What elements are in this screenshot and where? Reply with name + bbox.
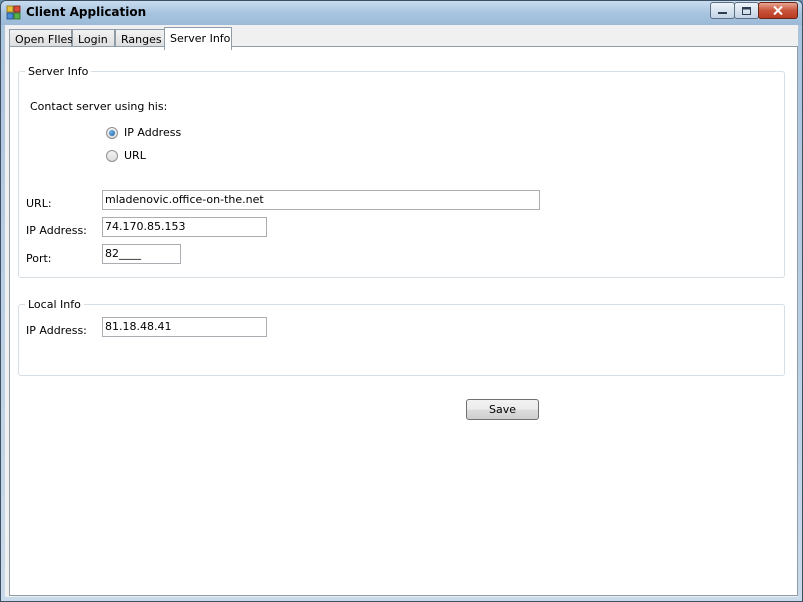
tab-server-info[interactable]: Server Info bbox=[164, 27, 232, 50]
app-window: Client Application Open FIles Login Rang… bbox=[0, 0, 803, 602]
server-info-legend: Server Info bbox=[25, 65, 92, 78]
close-button[interactable] bbox=[758, 2, 798, 19]
url-radio[interactable] bbox=[106, 150, 118, 162]
window-title: Client Application bbox=[26, 5, 147, 19]
server-info-group: Server Info Contact server using his: IP… bbox=[18, 65, 785, 278]
maximize-icon bbox=[742, 6, 751, 15]
url-label: URL: bbox=[26, 197, 52, 210]
maximize-button[interactable] bbox=[734, 2, 759, 19]
local-info-group: Local Info IP Address: 81.18.48.41 bbox=[18, 298, 785, 376]
close-icon bbox=[773, 6, 783, 15]
save-button[interactable]: Save bbox=[466, 399, 539, 420]
tab-label: Ranges bbox=[121, 33, 162, 46]
tab-label: Server Info bbox=[170, 32, 231, 45]
app-icon bbox=[6, 5, 21, 20]
title-bar[interactable]: Client Application bbox=[1, 1, 802, 25]
port-label: Port: bbox=[26, 252, 52, 265]
tab-label: Login bbox=[78, 33, 108, 46]
local-ip-input[interactable]: 81.18.48.41 bbox=[102, 317, 267, 337]
minimize-icon bbox=[718, 11, 727, 14]
contact-server-label: Contact server using his: bbox=[30, 100, 168, 113]
tab-page-server-info: Server Info Contact server using his: IP… bbox=[9, 46, 798, 596]
url-radio-label[interactable]: URL bbox=[124, 149, 146, 162]
ip-address-radio[interactable] bbox=[106, 127, 118, 139]
local-ip-label: IP Address: bbox=[26, 324, 87, 337]
client-area: Open FIles Login Ranges Server Info Serv… bbox=[5, 25, 798, 597]
local-info-legend: Local Info bbox=[25, 298, 84, 311]
url-input[interactable]: mladenovic.office-on-the.net bbox=[102, 190, 540, 210]
tab-label: Open FIles bbox=[15, 33, 74, 46]
server-ip-label: IP Address: bbox=[26, 224, 87, 237]
server-ip-input[interactable]: 74.170.85.153 bbox=[102, 217, 267, 237]
ip-address-radio-label[interactable]: IP Address bbox=[124, 126, 181, 139]
minimize-button[interactable] bbox=[710, 2, 735, 19]
port-input[interactable]: 82____ bbox=[102, 244, 181, 264]
